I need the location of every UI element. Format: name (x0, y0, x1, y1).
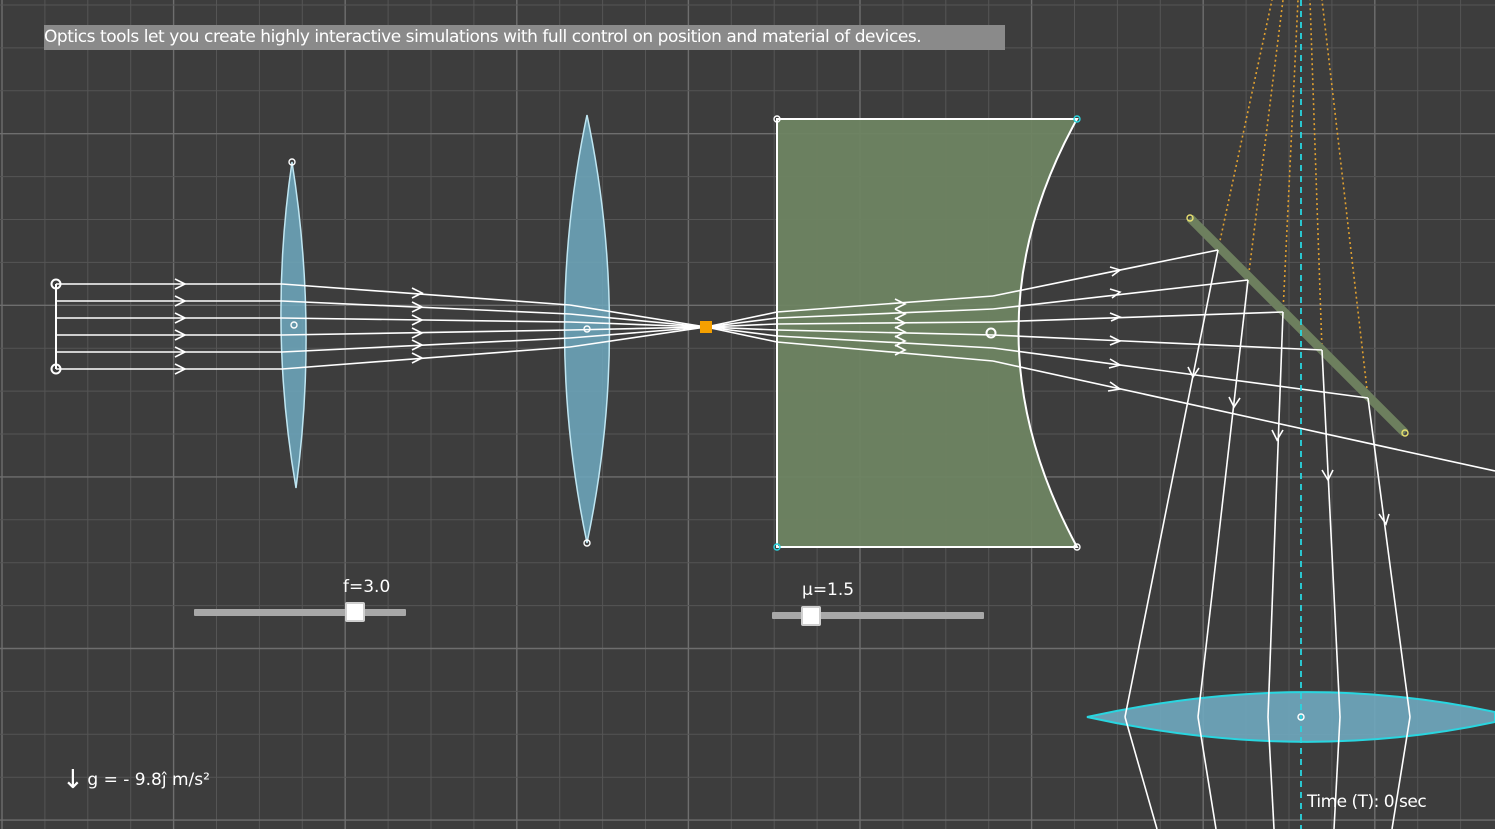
time-readout: Time (T): 0 sec (1307, 792, 1427, 812)
gravity-text: g = - 9.8ĵ m/s² (87, 770, 210, 790)
down-arrow-icon: ↓ (62, 765, 84, 795)
info-banner: Optics tools let you create highly inter… (44, 25, 1005, 50)
optics-canvas[interactable] (0, 0, 1495, 829)
focal-length-track[interactable] (194, 609, 406, 616)
virtual-rays (1217, 0, 1369, 399)
control-handles[interactable] (50, 115, 1409, 721)
refractive-index-thumb[interactable] (801, 606, 821, 626)
focal-length-label: f=3.0 (343, 577, 391, 597)
gravity-readout: ↓ g = - 9.8ĵ m/s² (62, 765, 210, 795)
plane-mirror[interactable] (1186, 214, 1409, 437)
focus-point[interactable] (700, 321, 712, 333)
refractive-index-label: μ=1.5 (802, 580, 855, 600)
focal-length-thumb[interactable] (345, 602, 365, 622)
